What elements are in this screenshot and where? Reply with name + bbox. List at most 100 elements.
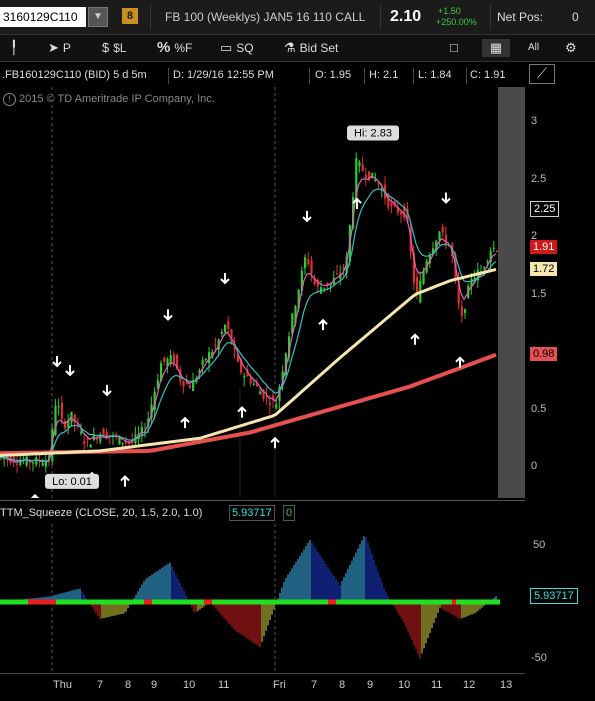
squeeze-dot — [404, 599, 408, 605]
percent-label: %F — [174, 41, 193, 55]
cursor-label: P — [62, 41, 71, 55]
candle — [35, 457, 38, 465]
candle — [444, 234, 447, 245]
study-title[interactable]: TTM_Squeeze (CLOSE, 20, 1.5, 2.0, 1.0) — [0, 507, 202, 519]
squeeze-dot — [140, 599, 144, 605]
candle — [249, 377, 252, 384]
candle — [188, 385, 191, 389]
squeeze-dot — [48, 599, 52, 605]
buy-signal-arrow — [120, 475, 130, 487]
divider — [150, 4, 151, 30]
candle — [80, 431, 83, 434]
squeeze-dot — [328, 599, 332, 605]
squeeze-dot — [96, 599, 100, 605]
squeeze-dot — [468, 599, 472, 605]
chart-scrollbar[interactable] — [498, 87, 525, 498]
candle — [16, 463, 19, 465]
squeeze-dot — [184, 599, 188, 605]
squeeze-dot — [156, 599, 160, 605]
symbol-input[interactable]: 3160129C110 — [0, 7, 86, 27]
single-layout-button[interactable]: □ — [450, 39, 462, 57]
squeeze-dot — [320, 599, 324, 605]
squeeze-dot — [188, 599, 192, 605]
candle — [492, 247, 495, 249]
squeeze-dot — [120, 599, 124, 605]
candle — [438, 231, 441, 240]
time-tick-label: 7 — [97, 679, 104, 691]
candle — [172, 354, 175, 364]
time-tick-label: 8 — [125, 679, 132, 691]
percent-button[interactable]: % %F — [157, 39, 192, 57]
buy-signal-arrow — [237, 406, 247, 418]
squeeze-dot — [420, 599, 424, 605]
squeeze-dot — [84, 599, 88, 605]
candle — [275, 404, 278, 409]
dollar-icon: $ — [102, 40, 110, 55]
squeeze-dot — [444, 599, 448, 605]
cursor-tool-button[interactable]: ➤ P — [48, 39, 71, 57]
grid-layout-button[interactable]: ▦ — [482, 39, 510, 57]
buy-signal-arrow — [318, 318, 328, 331]
divider — [380, 4, 381, 30]
squeeze-dot — [56, 599, 60, 605]
candle — [60, 402, 63, 419]
candle — [220, 331, 223, 334]
time-tick-label: 9 — [367, 679, 374, 691]
price-type-button[interactable]: $ $L — [102, 39, 127, 57]
percent-icon: % — [157, 39, 171, 56]
link-group-badge[interactable]: 8 — [122, 8, 138, 24]
sell-signal-arrow — [441, 192, 451, 204]
studies-button[interactable]: ⚗ Bid Set — [284, 39, 338, 57]
squeeze-dot — [148, 599, 152, 605]
squeeze-dot — [176, 599, 180, 605]
squeeze-dot — [152, 599, 156, 605]
price-chart[interactable]: Hi: 2.83 Lo: 0.01 — [0, 87, 525, 498]
price-tag: 1.72 — [530, 262, 558, 277]
squeeze-dot — [392, 599, 396, 605]
chart-high: H: 2.1 — [369, 69, 399, 81]
buy-signal-arrow — [30, 493, 40, 498]
squeeze-dot — [452, 599, 456, 605]
candle — [140, 427, 143, 435]
study-zero-value: 0 — [283, 505, 296, 521]
squeeze-dot — [60, 599, 64, 605]
squeeze-dot — [260, 599, 264, 605]
squeeze-dot — [284, 599, 288, 605]
squeeze-dot — [288, 599, 292, 605]
study-tick-label: 50 — [533, 538, 546, 551]
divider — [490, 4, 491, 30]
time-tick-label: Thu — [53, 679, 72, 691]
squeeze-dot — [456, 599, 460, 605]
drawing-tool-button[interactable]: ╿ — [10, 39, 22, 57]
all-button[interactable]: All — [528, 39, 539, 57]
chart-date: D: 1/29/16 12:55 PM — [173, 69, 274, 81]
squeeze-dot — [180, 599, 184, 605]
squeeze-dot — [24, 599, 28, 605]
squeeze-dot — [104, 599, 108, 605]
time-tick-label: 8 — [339, 679, 346, 691]
squeeze-dot — [64, 599, 68, 605]
divider — [168, 68, 169, 84]
candle — [32, 462, 35, 464]
squeeze-chart[interactable] — [0, 524, 525, 674]
settings-button[interactable]: ⚙ — [565, 39, 581, 57]
candle — [486, 261, 489, 263]
squeeze-dot — [256, 599, 260, 605]
squeeze-dot — [16, 599, 20, 605]
chart-style-button[interactable]: ⟋ — [529, 64, 555, 84]
squeeze-dot — [92, 599, 96, 605]
symbol-dropdown-icon[interactable]: ▼ — [88, 7, 108, 27]
style-button[interactable]: ▭ SQ — [220, 39, 254, 57]
last-price: 2.10 — [390, 8, 422, 25]
squeeze-dot — [116, 599, 120, 605]
studies-label: Bid Set — [299, 41, 339, 55]
squeeze-dot — [344, 599, 348, 605]
squeeze-dot — [108, 599, 112, 605]
squeeze-dot — [300, 599, 304, 605]
candle — [358, 162, 361, 167]
squeeze-dot — [220, 599, 224, 605]
panel-divider — [0, 500, 525, 501]
squeeze-dot — [324, 599, 328, 605]
time-tick-label: 11 — [431, 679, 443, 691]
squeeze-dot — [340, 599, 344, 605]
